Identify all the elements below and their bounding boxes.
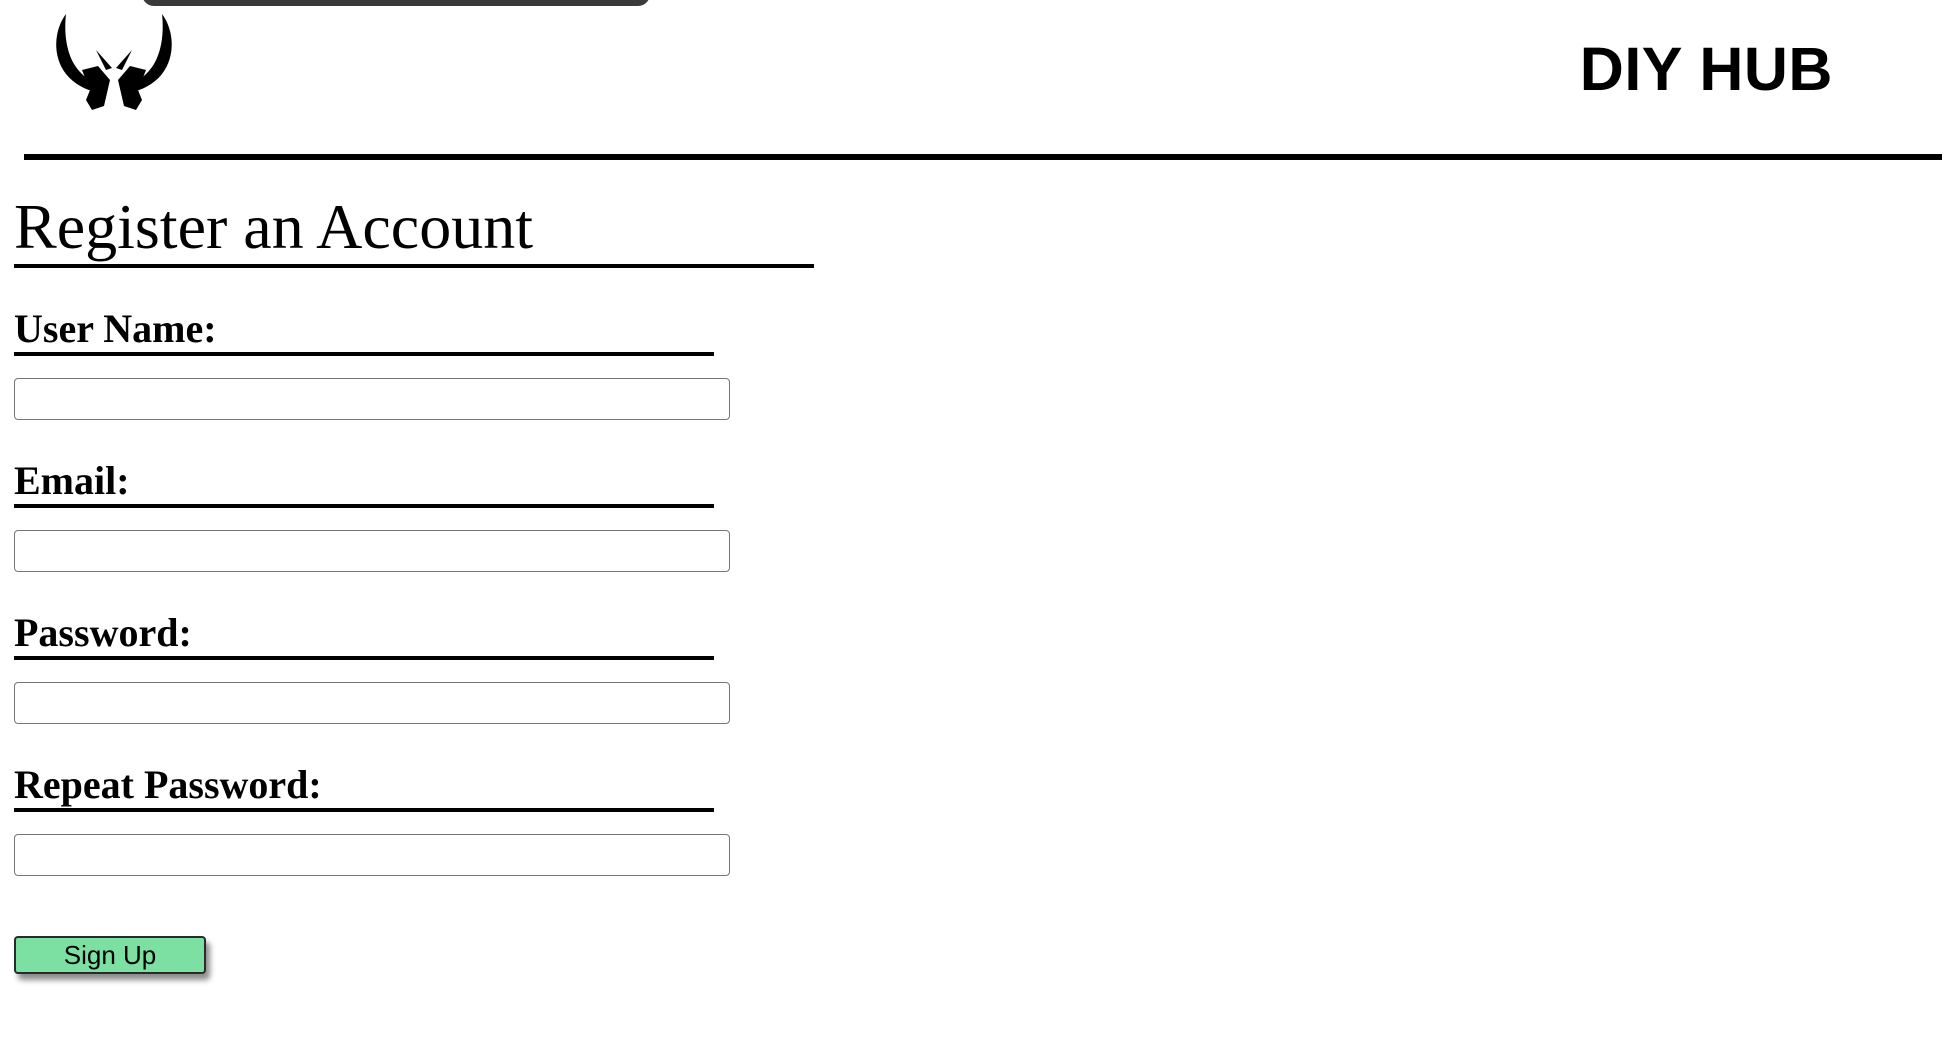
email-label: Email: (14, 458, 714, 508)
browser-overlay-bar (142, 0, 650, 6)
email-input[interactable] (14, 530, 730, 572)
password-label: Password: (14, 610, 714, 660)
sign-up-button[interactable]: Sign Up (14, 936, 206, 974)
horned-helmet-logo-icon (56, 14, 172, 110)
username-label: User Name: (14, 306, 714, 356)
repeat-password-input[interactable] (14, 834, 730, 876)
repeat-password-label: Repeat Password: (14, 762, 714, 812)
password-input[interactable] (14, 682, 730, 724)
header-divider (24, 154, 1942, 160)
site-brand: DIY HUB (1579, 35, 1833, 103)
page-title: Register an Account (14, 192, 814, 268)
username-input[interactable] (14, 378, 730, 420)
